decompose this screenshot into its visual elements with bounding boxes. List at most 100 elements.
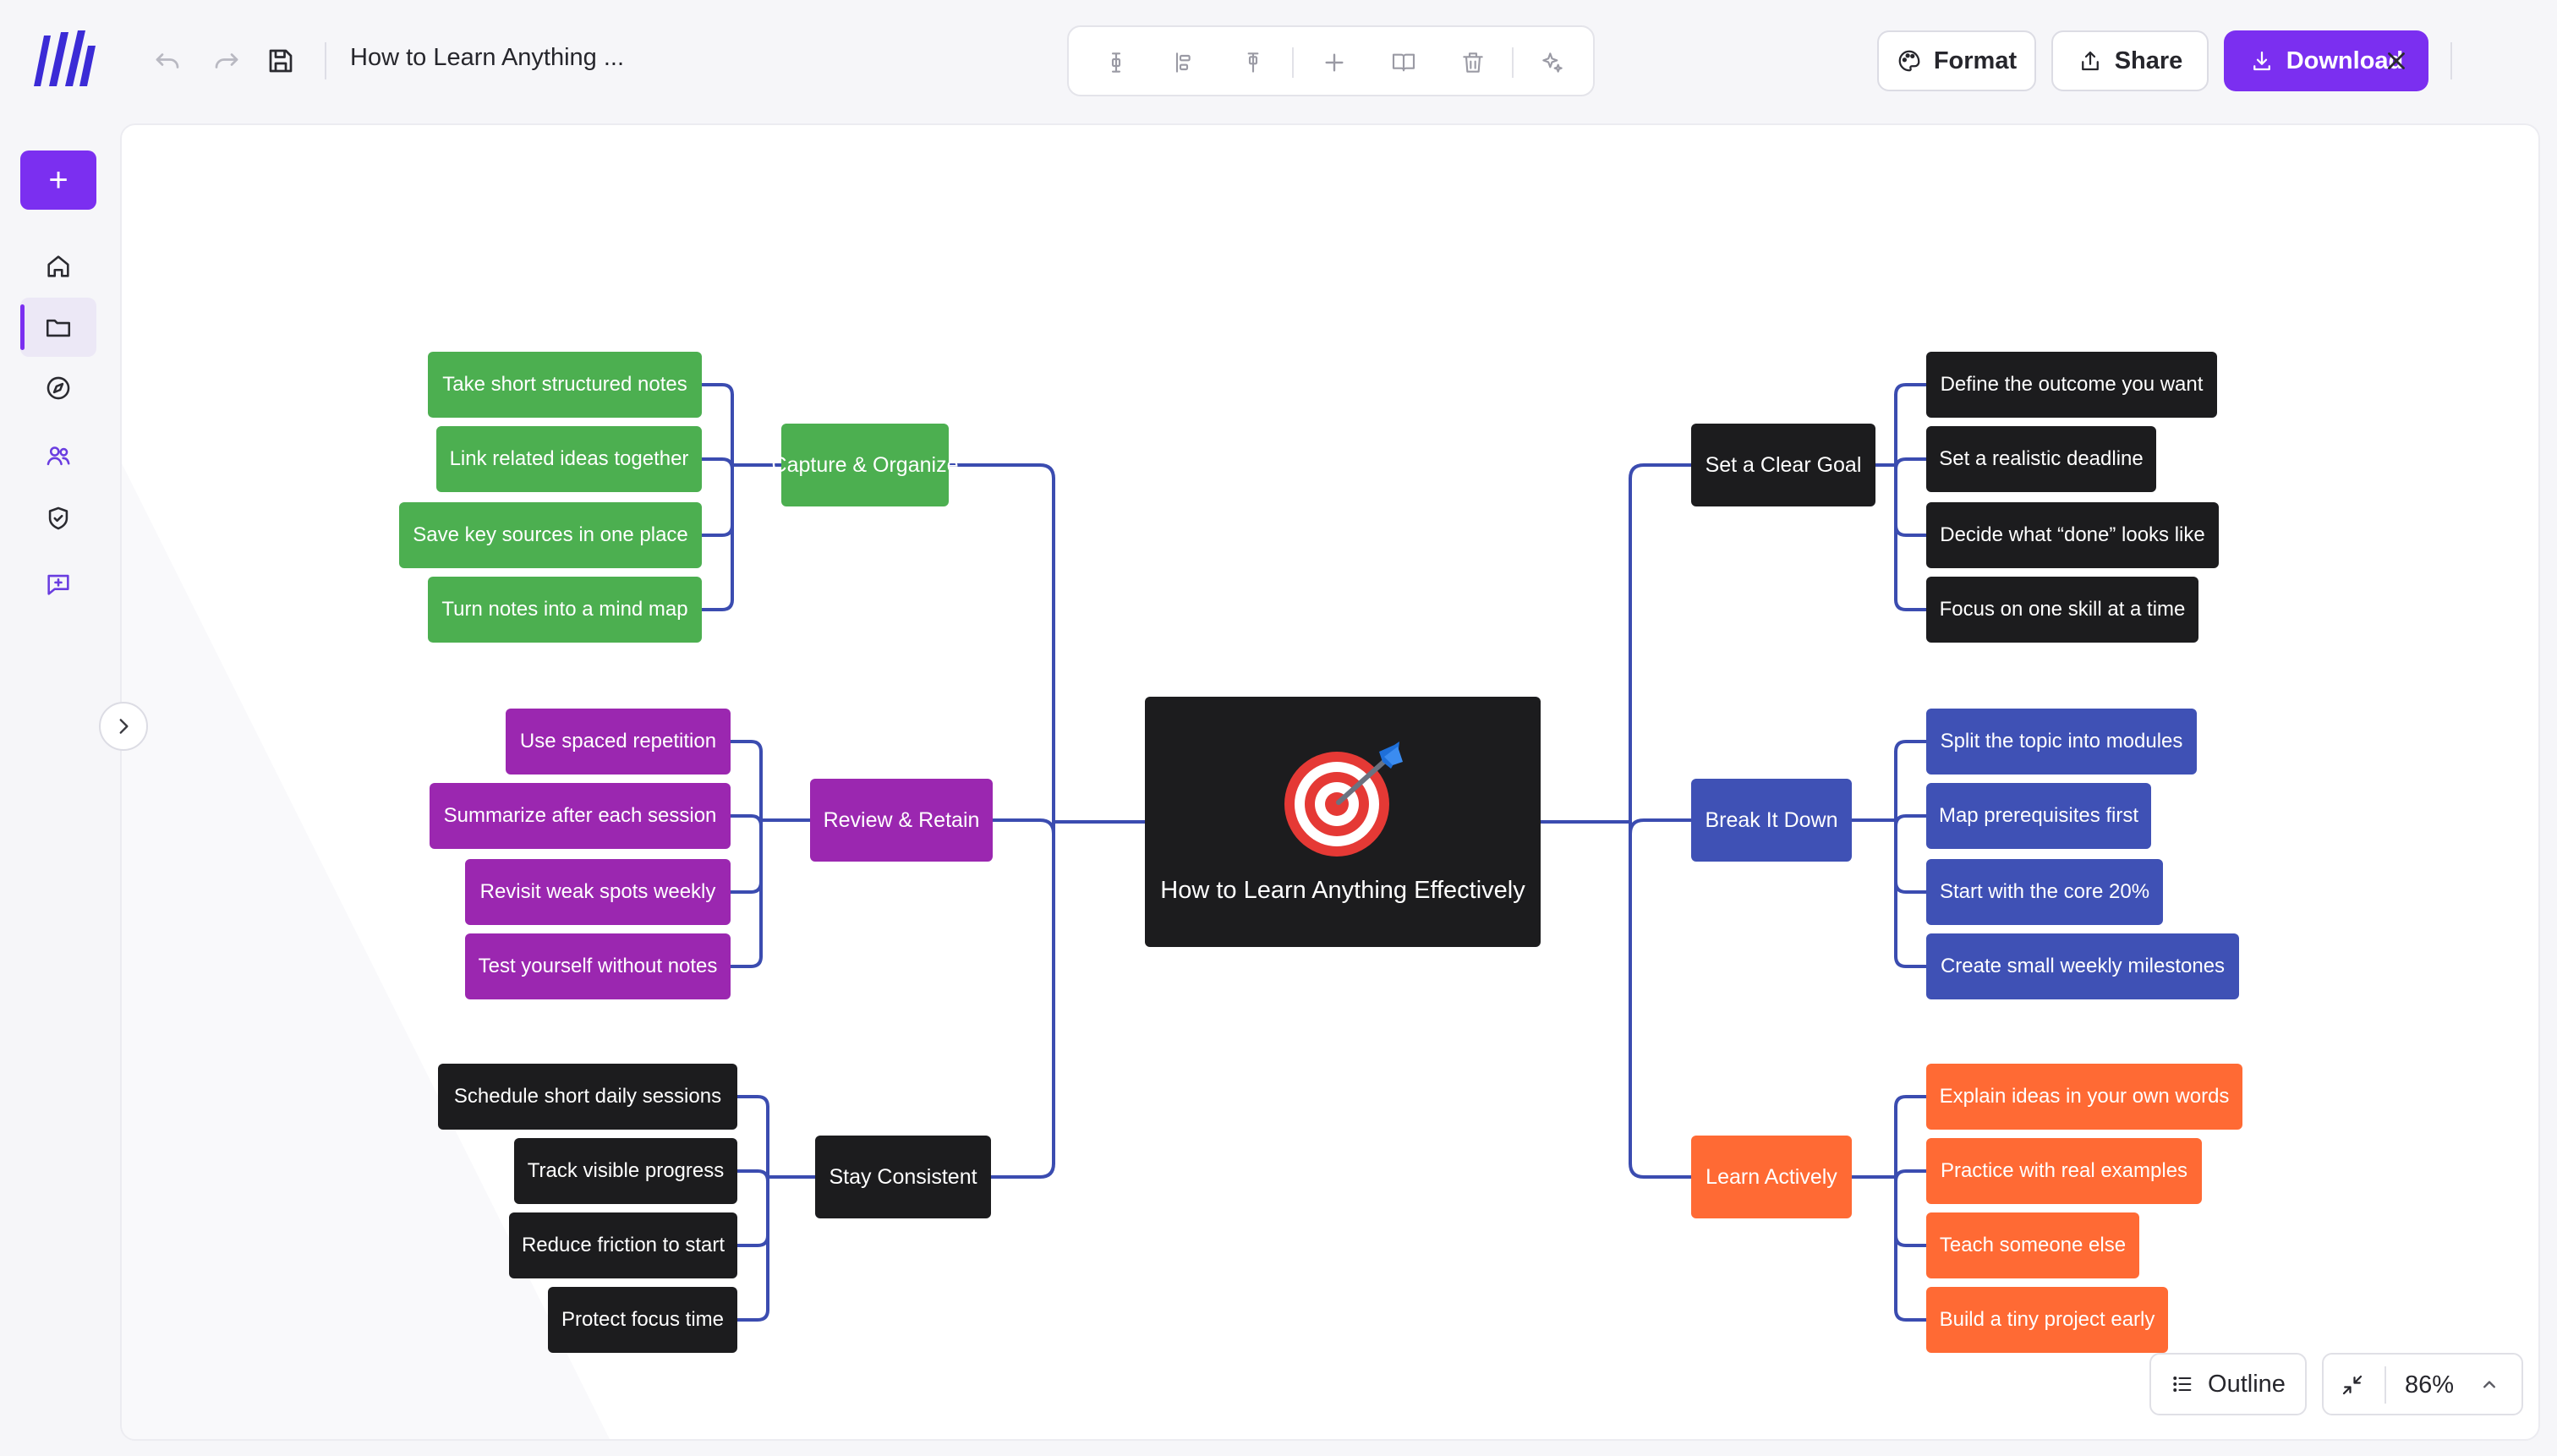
child-node-teach-someone-else[interactable]: Teach someone else xyxy=(1926,1212,2139,1278)
add-child-tool[interactable] xyxy=(1098,44,1135,81)
connector-line xyxy=(947,463,1055,480)
connector-line xyxy=(1894,1308,1928,1322)
connector-line xyxy=(700,523,734,537)
child-node-start-with-the-core-20[interactable]: Start with the core 20% xyxy=(1926,859,2163,925)
new-document-button[interactable]: + xyxy=(20,151,96,210)
outline-label: Outline xyxy=(2208,1370,2286,1398)
fit-to-screen-button[interactable] xyxy=(2332,1365,2373,1405)
connector-line xyxy=(736,1095,769,1108)
divider xyxy=(1292,47,1294,78)
child-node-schedule-short-daily-sessions[interactable]: Schedule short daily sessions xyxy=(438,1064,737,1130)
list-icon xyxy=(2173,1377,2192,1392)
connector-line xyxy=(1894,523,1928,537)
plus-icon: + xyxy=(48,161,68,199)
connector-line xyxy=(736,1308,769,1322)
child-node-revisit-weak-spots-weekly[interactable]: Revisit weak spots weekly xyxy=(465,859,731,925)
connector-line xyxy=(1894,814,1928,828)
branch-node-learn-actively[interactable]: Learn Actively xyxy=(1691,1136,1852,1218)
save-icon xyxy=(269,49,293,73)
child-node-turn-notes-into-a-mind-map[interactable]: Turn notes into a mind map xyxy=(428,577,702,643)
sidebar-item-feedback[interactable] xyxy=(20,555,96,614)
close-button[interactable] xyxy=(2373,37,2420,85)
app-logo[interactable] xyxy=(29,27,100,93)
child-node-set-a-realistic-deadline[interactable]: Set a realistic deadline xyxy=(1926,426,2156,492)
child-node-track-visible-progress[interactable]: Track visible progress xyxy=(514,1138,737,1204)
undo-button[interactable] xyxy=(145,39,189,83)
redo-button[interactable] xyxy=(205,39,249,83)
document-title[interactable]: How to Learn Anything ... xyxy=(350,44,624,72)
home-icon xyxy=(47,255,69,277)
expand-sidebar-button[interactable] xyxy=(99,702,148,751)
add-sibling-tool[interactable] xyxy=(1165,44,1202,81)
share-label: Share xyxy=(2114,47,2183,74)
mindmap-canvas[interactable]: How to Learn Anything Effectively Captur… xyxy=(120,123,2540,1441)
add-node-tool[interactable] xyxy=(1316,44,1353,81)
share-button[interactable]: Share xyxy=(2051,30,2209,91)
child-node-focus-on-one-skill-at-a-time[interactable]: Focus on one skill at a time xyxy=(1926,577,2198,643)
connector-line xyxy=(1894,1095,1928,1108)
child-node-use-spaced-repetition[interactable]: Use spaced repetition xyxy=(506,709,731,775)
child-node-take-short-structured-notes[interactable]: Take short structured notes xyxy=(428,352,702,418)
branch-node-review-retain[interactable]: Review & Retain xyxy=(810,779,993,862)
insert-above-icon xyxy=(1247,52,1259,73)
format-button[interactable]: Format xyxy=(1877,30,2036,91)
ai-tool[interactable] xyxy=(1534,44,1571,81)
child-node-reduce-friction-to-start[interactable]: Reduce friction to start xyxy=(509,1212,737,1278)
connector-line xyxy=(700,383,734,397)
note-tool[interactable] xyxy=(1385,44,1422,81)
connector-line xyxy=(989,1162,1055,1179)
connector-line xyxy=(729,814,763,828)
connector-line xyxy=(1629,1162,1693,1179)
collapse-arrows-icon xyxy=(2342,1375,2363,1395)
child-node-define-the-outcome-you-want[interactable]: Define the outcome you want xyxy=(1926,352,2217,418)
target-icon xyxy=(1284,741,1403,857)
branch-node-break-it-down[interactable]: Break It Down xyxy=(1691,779,1852,862)
zoom-level[interactable]: 86% xyxy=(2405,1371,2454,1399)
users-icon xyxy=(47,446,70,466)
chevron-up-icon[interactable] xyxy=(2478,1373,2501,1397)
child-node-build-a-tiny-project-early[interactable]: Build a tiny project early xyxy=(1926,1287,2168,1353)
child-node-decide-what-done-looks-like[interactable]: Decide what “done” looks like xyxy=(1926,502,2219,568)
branch-node-capture-organize[interactable]: Capture & Organize xyxy=(772,424,958,506)
sidebar-item-security[interactable] xyxy=(20,489,96,548)
branch-node-stay-consistent[interactable]: Stay Consistent xyxy=(815,1136,991,1218)
add-parent-tool[interactable] xyxy=(1235,44,1272,81)
connector-line xyxy=(1894,1169,1928,1183)
child-node-map-prerequisites-first[interactable]: Map prerequisites first xyxy=(1926,783,2151,849)
plus-icon xyxy=(1325,53,1344,72)
child-node-test-yourself-without-notes[interactable]: Test yourself without notes xyxy=(465,933,731,999)
connector-line xyxy=(1894,457,1928,471)
connector-line xyxy=(1894,955,1928,968)
sidebar-item-home[interactable] xyxy=(20,237,96,296)
trash-icon xyxy=(1463,52,1483,73)
compass-icon xyxy=(47,376,70,400)
connector-line xyxy=(1894,1234,1928,1247)
chat-plus-icon xyxy=(47,574,69,595)
sidebar-item-files[interactable] xyxy=(20,298,96,357)
sidebar-item-explore[interactable] xyxy=(20,359,96,418)
save-button[interactable] xyxy=(259,39,303,83)
child-node-split-the-topic-into-modules[interactable]: Split the topic into modules xyxy=(1926,709,2197,775)
divider xyxy=(1512,47,1514,78)
align-left-icon xyxy=(1175,52,1191,73)
branch-node-set-a-clear-goal[interactable]: Set a Clear Goal xyxy=(1691,424,1875,506)
connector-line xyxy=(1894,740,1928,753)
delete-tool[interactable] xyxy=(1454,44,1492,81)
top-bar: How to Learn Anything ... Format Share D… xyxy=(120,0,2557,122)
connector-line xyxy=(1894,880,1928,894)
child-node-explain-ideas-in-your-own-words[interactable]: Explain ideas in your own words xyxy=(1926,1064,2242,1130)
child-node-summarize-after-each-session[interactable]: Summarize after each session xyxy=(430,783,731,849)
connector-line xyxy=(729,740,763,753)
child-node-practice-with-real-examples[interactable]: Practice with real examples xyxy=(1926,1138,2202,1204)
outline-button[interactable]: Outline xyxy=(2149,1353,2307,1415)
node-toolbar xyxy=(1067,25,1595,96)
chevron-right-icon xyxy=(119,719,129,734)
child-node-save-key-sources-in-one-place[interactable]: Save key sources in one place xyxy=(399,502,702,568)
sidebar-item-team[interactable] xyxy=(20,426,96,485)
connector-line xyxy=(700,457,734,471)
zoom-control: 86% xyxy=(2322,1353,2523,1415)
child-node-protect-focus-time[interactable]: Protect focus time xyxy=(548,1287,737,1353)
child-node-link-related-ideas-together[interactable]: Link related ideas together xyxy=(436,426,702,492)
root-node[interactable]: How to Learn Anything Effectively xyxy=(1145,697,1541,947)
child-node-create-small-weekly-milestones[interactable]: Create small weekly milestones xyxy=(1926,933,2239,999)
